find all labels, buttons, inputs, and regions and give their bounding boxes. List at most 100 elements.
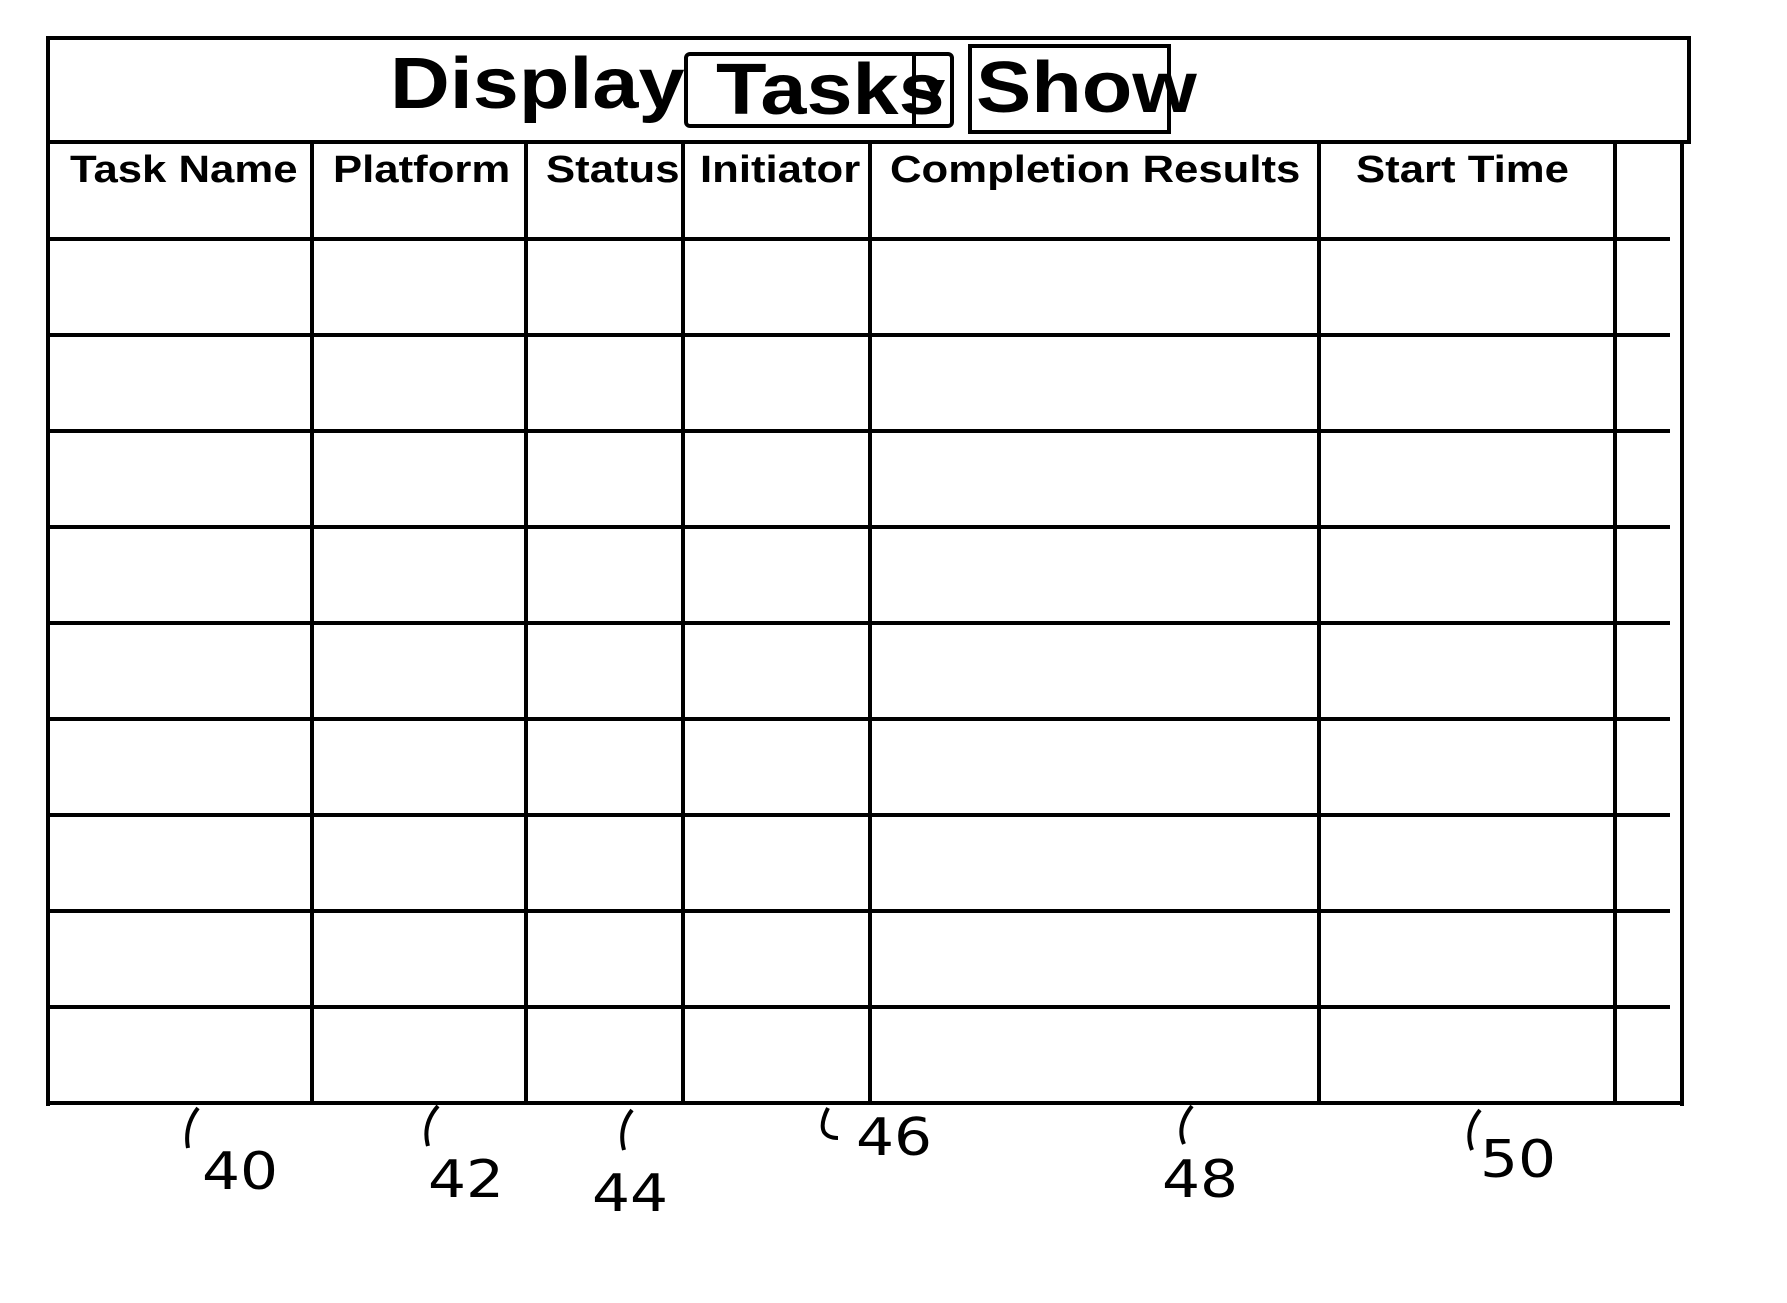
table-cell [1617,721,1682,813]
table-cell [685,241,868,333]
reference-numeral-46: 46 [856,1108,933,1168]
table-cell [528,625,681,717]
table-cell [50,529,310,621]
show-button-label: Show [976,48,1197,128]
table-cell [314,529,524,621]
table-cell [1321,625,1613,717]
table-cell [685,817,868,909]
table-cell [528,1009,681,1101]
table-cell [314,337,524,429]
table-cell [50,241,310,333]
table-cell [1617,433,1682,525]
table-cell [1617,625,1682,717]
show-button-text: Show [976,48,1197,128]
table-cell [1617,337,1682,429]
display-select-value-text: Tasks [716,50,945,130]
table-cell [50,625,310,717]
table-cell [685,721,868,813]
table-cell [872,721,1317,813]
reference-numeral-48: 48 [1162,1150,1239,1210]
table-cell [50,433,310,525]
table-cell [528,913,681,1005]
display-label: Display: [390,44,712,124]
table-cell [1617,529,1682,621]
dropdown-toggle-button[interactable] [912,56,954,124]
table-cell [1321,1009,1613,1101]
show-button[interactable]: Show [968,44,1197,134]
column-header-task-name[interactable]: Task Name [70,148,298,192]
table-row[interactable] [50,817,1680,909]
reference-numeral-50: 50 [1480,1130,1557,1190]
table-cell [872,625,1317,717]
table-cell [1321,913,1613,1005]
table-cell [872,913,1317,1005]
table-row[interactable] [50,625,1680,717]
reference-numeral-40: 40 [202,1142,279,1202]
column-header-label: Platform [333,149,511,191]
table-cell [528,721,681,813]
leader-line-42 [424,1104,440,1147]
table-cell [1321,529,1613,621]
column-header-status[interactable]: Status [546,148,680,192]
table-cell [50,721,310,813]
table-cell [1617,1009,1682,1101]
leader-line-48 [1179,1104,1194,1145]
table-cell [872,433,1317,525]
leader-line-46 [820,1107,839,1140]
table-cell [314,721,524,813]
table-cell [872,337,1317,429]
reference-numeral-42: 42 [428,1150,505,1210]
table-cell [685,625,868,717]
column-header-label: Completion Results [890,149,1301,191]
display-label-text: Display: [390,44,713,124]
table-row[interactable] [50,241,1680,333]
table-cell [685,337,868,429]
table-cell [314,1009,524,1101]
table-cell [872,241,1317,333]
table-cell [528,433,681,525]
table-cell [685,529,868,621]
table-cell [872,817,1317,909]
table-row[interactable] [50,433,1680,525]
table-cell [528,529,681,621]
column-header-label: Start Time [1356,149,1569,191]
table-cell [1321,241,1613,333]
dropdown-arrow-icon [925,80,945,100]
table-cell [50,1009,310,1101]
table-cell [314,913,524,1005]
column-header-platform[interactable]: Platform [333,148,510,192]
table-cell [1321,337,1613,429]
table-cell [1617,817,1682,909]
reference-numeral-44: 44 [592,1164,669,1224]
column-header-start-time[interactable]: Start Time [1356,148,1569,192]
table-cell [1617,913,1682,1005]
table-cell [50,337,310,429]
table-row[interactable] [50,529,1680,621]
table-cell [314,433,524,525]
table-row[interactable] [50,1009,1680,1101]
table-cell [1617,241,1682,333]
table-cell [528,337,681,429]
table-cell [50,817,310,909]
table-row[interactable] [50,337,1680,429]
table-cell [314,817,524,909]
column-header-initiator[interactable]: Initiator [700,148,860,192]
display-select[interactable]: Tasks [684,50,954,130]
table-row[interactable] [50,913,1680,1005]
table-cell [50,913,310,1005]
column-header-label: Status [546,149,680,191]
table-cell [1321,817,1613,909]
table-cell [872,529,1317,621]
column-header-label: Initiator [700,149,861,191]
leader-line-44 [620,1108,634,1151]
table-cell [314,625,524,717]
table-cell [685,913,868,1005]
column-header-completion-results[interactable]: Completion Results [890,148,1300,192]
table-cell [1321,721,1613,813]
display-select-value: Tasks [716,50,945,130]
table-cell [872,1009,1317,1101]
table-row[interactable] [50,721,1680,813]
table-cell [528,241,681,333]
table-cell [685,1009,868,1101]
table-cell [314,241,524,333]
